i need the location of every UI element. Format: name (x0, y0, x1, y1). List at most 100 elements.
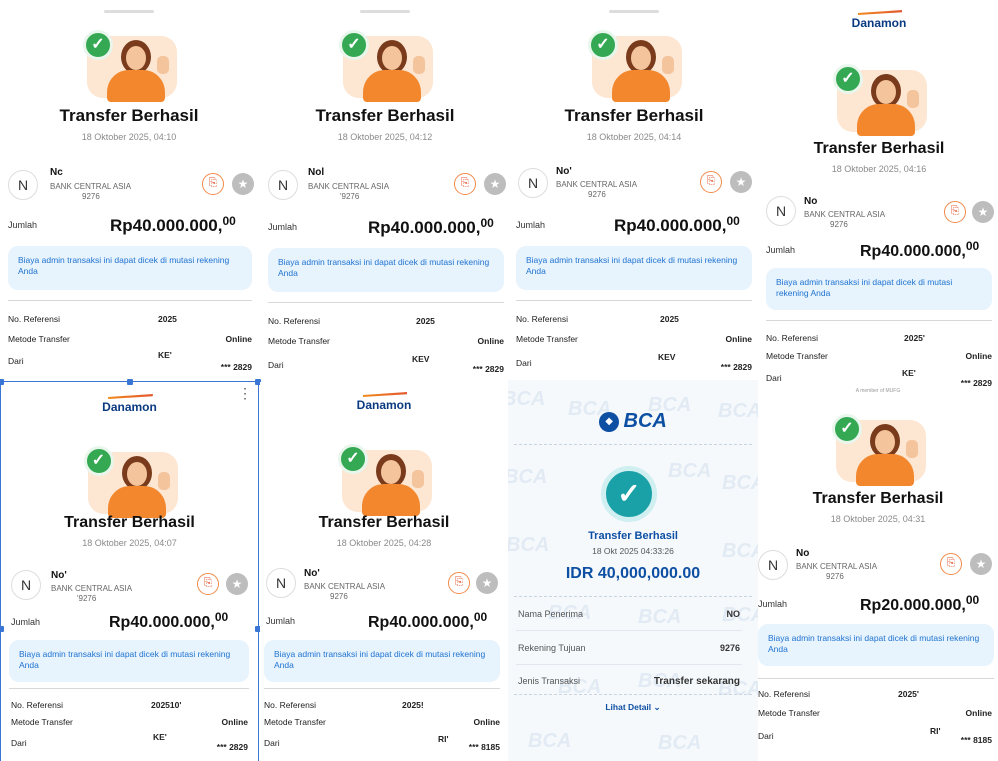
recipient-name: Nol (308, 167, 325, 178)
add-favorite-icon[interactable]: ⎘ (700, 171, 722, 193)
recipient-bank: BANK CENTRAL ASIA '9276 (308, 182, 390, 201)
from-name: KE' (153, 732, 167, 742)
from-account: *** 2829 (216, 742, 248, 752)
star-icon[interactable]: ★ (226, 573, 248, 595)
resize-handle-tl[interactable] (0, 379, 4, 385)
from-name: KEV (412, 354, 430, 364)
method-label: Metode Transfer (268, 336, 330, 346)
method-label: Metode Transfer (758, 708, 820, 718)
success-illustration: ✓ (78, 446, 182, 518)
method-value: Online (965, 708, 992, 718)
reference-label: No. Referensi (758, 689, 810, 699)
add-favorite-icon[interactable]: ⎘ (197, 573, 219, 595)
success-illustration: ✓ (582, 30, 686, 102)
info-banner: Biaya admin transaksi ini dapat dicek di… (264, 640, 500, 682)
recipient-bank: BANK CENTRAL ASIA 9276 (304, 582, 386, 601)
add-favorite-icon[interactable]: ⎘ (944, 201, 966, 223)
recipient-name-value: NO (726, 609, 741, 619)
add-favorite-icon[interactable]: ⎘ (940, 553, 962, 575)
method-value: Online (477, 336, 504, 346)
avatar: N (518, 168, 548, 198)
from-name: KE' (902, 368, 916, 378)
divider (766, 320, 992, 321)
view-details-link[interactable]: Lihat Detail ⌄ (508, 702, 758, 713)
from-name: RI' (930, 726, 941, 736)
reference-value: 2025' (898, 689, 919, 699)
info-banner: Biaya admin transaksi ini dapat dicek di… (8, 246, 252, 290)
check-icon: ✓ (339, 30, 369, 60)
recipient-name-label: Nama Penerima (518, 609, 584, 619)
transaction-type-value: Transfer sekarang (653, 676, 740, 687)
receipt-card-1: ✓ Transfer Berhasil 18 Oktober 2025, 04:… (0, 0, 258, 380)
method-value: Online (725, 334, 752, 344)
page-title: Transfer Berhasil (318, 514, 450, 531)
amount-label: Jumlah (516, 220, 546, 230)
resize-handle-top[interactable] (127, 379, 133, 385)
receipt-card-8: A member of MUFG ✓ Transfer Berhasil 18 … (758, 386, 998, 761)
star-icon[interactable]: ★ (476, 572, 498, 594)
recipient-name: Nc (50, 167, 63, 178)
reference-label: No. Referensi (268, 316, 320, 326)
from-account: *** 8185 (468, 742, 500, 752)
reference-value: 2025 (158, 314, 177, 324)
method-label: Metode Transfer (11, 717, 73, 727)
reference-value: 2025! (402, 700, 424, 710)
info-banner: Biaya admin transaksi ini dapat dicek di… (268, 248, 504, 292)
add-favorite-icon[interactable]: ⎘ (448, 572, 470, 594)
add-favorite-icon[interactable]: ⎘ (454, 173, 476, 195)
info-banner: Biaya admin transaksi ini dapat dicek di… (758, 624, 994, 666)
avatar: N (266, 568, 296, 598)
transaction-date: 18 Oktober 2025, 04:12 (337, 132, 433, 142)
resize-handle-left[interactable] (0, 626, 4, 632)
amount-value: Rp40.000.000,00 (860, 239, 980, 260)
screenshot-collage: ✓ Transfer Berhasil 18 Oktober 2025, 04:… (0, 0, 998, 761)
divider (514, 596, 752, 597)
from-name: RI' (438, 734, 449, 744)
amount-value: Rp40.000.000,00 (614, 214, 740, 235)
reference-label: No. Referensi (8, 314, 60, 324)
star-icon[interactable]: ★ (484, 173, 506, 195)
method-value: Online (225, 334, 252, 344)
amount-label: Jumlah (268, 222, 298, 232)
from-label: Dari (758, 731, 774, 741)
success-illustration: ✓ (333, 30, 437, 102)
star-icon[interactable]: ★ (970, 553, 992, 575)
divider (516, 630, 742, 631)
check-icon: ✓ (601, 466, 657, 522)
amount-value: Rp20.000.000,00 (860, 593, 980, 614)
star-icon[interactable]: ★ (232, 173, 254, 195)
star-icon[interactable]: ★ (730, 171, 752, 193)
success-illustration: ✓ (827, 64, 931, 136)
mufg-tagline: A member of MUFG (855, 388, 901, 394)
avatar: N (758, 550, 788, 580)
from-label: Dari (11, 738, 27, 748)
page-title: Transfer Berhasil (315, 106, 455, 125)
page-title: Transfer Berhasil (564, 106, 704, 125)
reference-label: No. Referensi (766, 333, 818, 343)
from-account: *** 2829 (720, 362, 752, 372)
transaction-date: 18 Okt 2025 04:33:26 (592, 546, 674, 556)
from-label: Dari (264, 738, 280, 748)
success-illustration: ✓ (77, 30, 181, 102)
check-icon: ✓ (588, 30, 618, 60)
amount-value: IDR 40,000,000.00 (565, 565, 701, 582)
transaction-date: 18 Oktober 2025, 04:31 (830, 514, 926, 524)
divider (516, 664, 742, 665)
from-label: Dari (268, 360, 284, 370)
avatar: N (268, 170, 298, 200)
receipt-card-3: ✓ Transfer Berhasil 18 Oktober 2025, 04:… (510, 0, 758, 380)
receipt-card-5-selected[interactable]: ⋮ Danamon ✓ Transfer Berhasil 18 Oktober… (0, 381, 259, 761)
bca-receipt-card: BCA BCA BCA BCA BCA BCA BCA BCA BCA BCA … (508, 380, 758, 761)
from-account: *** 8185 (960, 735, 992, 745)
transaction-date: 18 Oktober 2025, 04:14 (586, 132, 682, 142)
destination-account-label: Rekening Tujuan (518, 643, 586, 653)
bca-logo: ◆ BCA (508, 410, 758, 433)
from-name: KE' (158, 350, 172, 360)
recipient-bank: BANK CENTRAL ASIA 9276 (796, 562, 878, 581)
transaction-date: 18 Oktober 2025, 04:10 (81, 132, 177, 142)
danamon-logo: Danamon (1, 394, 258, 416)
top-bar (510, 0, 758, 13)
star-icon[interactable]: ★ (972, 201, 994, 223)
add-favorite-icon[interactable]: ⎘ (202, 173, 224, 195)
from-account: *** 2829 (472, 364, 504, 374)
